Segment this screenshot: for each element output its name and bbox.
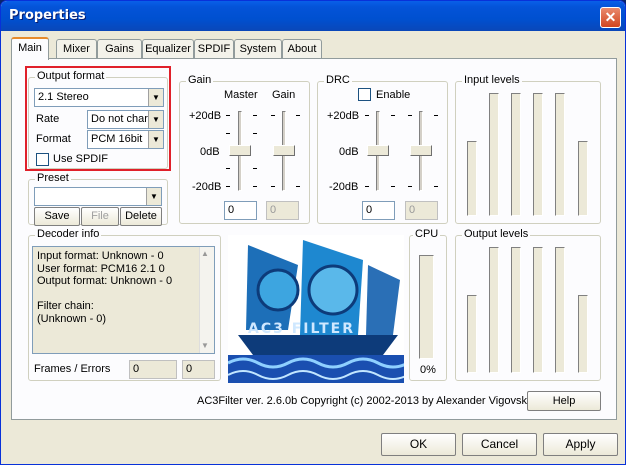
gain-zero-label: 0dB [200, 146, 220, 158]
frames-field: 0 [129, 360, 177, 379]
ac3filter-logo: AC3 FILTER [228, 235, 404, 383]
cpu-label: CPU [413, 228, 441, 240]
input-levels-label: Input levels [462, 74, 522, 86]
chevron-down-icon: ▼ [146, 188, 161, 205]
copyright-text: AC3Filter ver. 2.6.0b Copyright (c) 2002… [197, 395, 533, 407]
chevron-down-icon: ▼ [201, 340, 209, 350]
save-button[interactable]: Save [34, 207, 80, 226]
apply-button[interactable]: Apply [543, 433, 618, 456]
gain-slider-thumb[interactable] [273, 145, 295, 156]
tick [253, 186, 257, 187]
decoder-line [37, 288, 210, 301]
input-level-meter [511, 93, 521, 216]
tick [253, 168, 257, 169]
tab-equalizer[interactable]: Equalizer [142, 39, 194, 59]
gain-minus-label: -20dB [192, 181, 222, 193]
drc-input-2[interactable]: 0 [405, 201, 438, 220]
close-icon: ✕ [604, 9, 617, 25]
decoder-info-label: Decoder info [35, 228, 102, 240]
drc-enable-checkbox[interactable] [358, 88, 371, 101]
tab-spdif[interactable]: SPDIF [194, 39, 234, 59]
drc-input-1[interactable]: 0 [362, 201, 395, 220]
gain-label: Gain [272, 89, 296, 101]
gain-plus-label: +20dB [189, 110, 222, 122]
drc-label: DRC [324, 74, 352, 86]
tick [296, 186, 300, 187]
drc-enable-label: Enable [376, 89, 411, 101]
ship-logo-icon [228, 235, 404, 383]
tab-mixer[interactable]: Mixer [56, 39, 97, 59]
tick [365, 115, 369, 116]
output-level-meter [578, 295, 588, 373]
tick [226, 115, 230, 116]
decoder-line: Input format: Unknown - 0 [37, 250, 164, 262]
master-label: Master [224, 89, 258, 101]
tick [408, 115, 412, 116]
ok-button[interactable]: OK [381, 433, 456, 456]
tick [226, 168, 230, 169]
tab-system[interactable]: System [234, 39, 282, 59]
highlight-box [25, 66, 171, 171]
output-level-meter [555, 247, 565, 373]
decoder-line: User format: PCM16 2.1 0 [37, 262, 165, 275]
window-title: Properties [9, 8, 86, 23]
output-level-meter [489, 247, 499, 373]
output-level-meter [511, 247, 521, 373]
preset-label: Preset [35, 172, 71, 184]
input-level-meter [467, 141, 477, 216]
input-level-meter [489, 93, 499, 216]
logo-text: AC3 FILTER [248, 321, 355, 337]
master-gain-input[interactable]: 0 [224, 201, 257, 220]
tab-main[interactable]: Main [11, 37, 49, 60]
gain-input[interactable]: 0 [266, 201, 299, 220]
tab-about[interactable]: About [282, 39, 322, 59]
tick [271, 186, 275, 187]
frames-errors-label: Frames / Errors [34, 363, 111, 375]
input-level-meter [533, 93, 543, 216]
output-level-meter [533, 247, 543, 373]
drc-slider-2-thumb[interactable] [410, 145, 432, 156]
chevron-up-icon: ▲ [201, 249, 209, 258]
tick [408, 186, 412, 187]
tick [271, 115, 275, 116]
drc-slider-1-thumb[interactable] [367, 145, 389, 156]
close-button[interactable]: ✕ [600, 7, 621, 28]
drc-zero-label: 0dB [339, 146, 359, 158]
tick [253, 133, 257, 134]
tab-gains[interactable]: Gains [97, 39, 142, 59]
output-level-meter [467, 295, 477, 373]
decoder-info-text[interactable]: Input format: Unknown - 0 User format: P… [32, 246, 215, 354]
tick [434, 115, 438, 116]
file-button[interactable]: File [81, 207, 119, 226]
cpu-value: 0% [420, 364, 436, 376]
errors-field: 0 [182, 360, 215, 379]
drc-plus-label: +20dB [327, 110, 360, 122]
tick [365, 186, 369, 187]
input-level-meter [578, 141, 588, 216]
cpu-meter [419, 255, 434, 359]
drc-minus-label: -20dB [329, 181, 359, 193]
decoder-line: (Unknown - 0) [37, 312, 107, 325]
tick [391, 115, 395, 116]
gain-group-label: Gain [186, 74, 214, 86]
decoder-line: Filter chain: [37, 300, 94, 312]
input-level-meter [555, 93, 565, 216]
title-bar[interactable]: Properties ✕ [1, 1, 625, 31]
tick [296, 115, 300, 116]
help-button[interactable]: Help [527, 391, 601, 411]
properties-window: Properties ✕ Main Mixer Gains Equalizer … [0, 0, 626, 465]
tick [226, 133, 230, 134]
decoder-scrollbar[interactable]: ▲ ▼ [199, 247, 214, 353]
tick [253, 115, 257, 116]
master-slider-thumb[interactable] [229, 145, 251, 156]
output-levels-label: Output levels [462, 228, 531, 240]
preset-select[interactable]: ▼ [34, 187, 162, 206]
tick [226, 186, 230, 187]
decoder-line: Output format: Unknown - 0 [37, 275, 173, 287]
delete-button[interactable]: Delete [120, 207, 162, 226]
tick [434, 186, 438, 187]
cancel-button[interactable]: Cancel [462, 433, 537, 456]
tick [391, 186, 395, 187]
